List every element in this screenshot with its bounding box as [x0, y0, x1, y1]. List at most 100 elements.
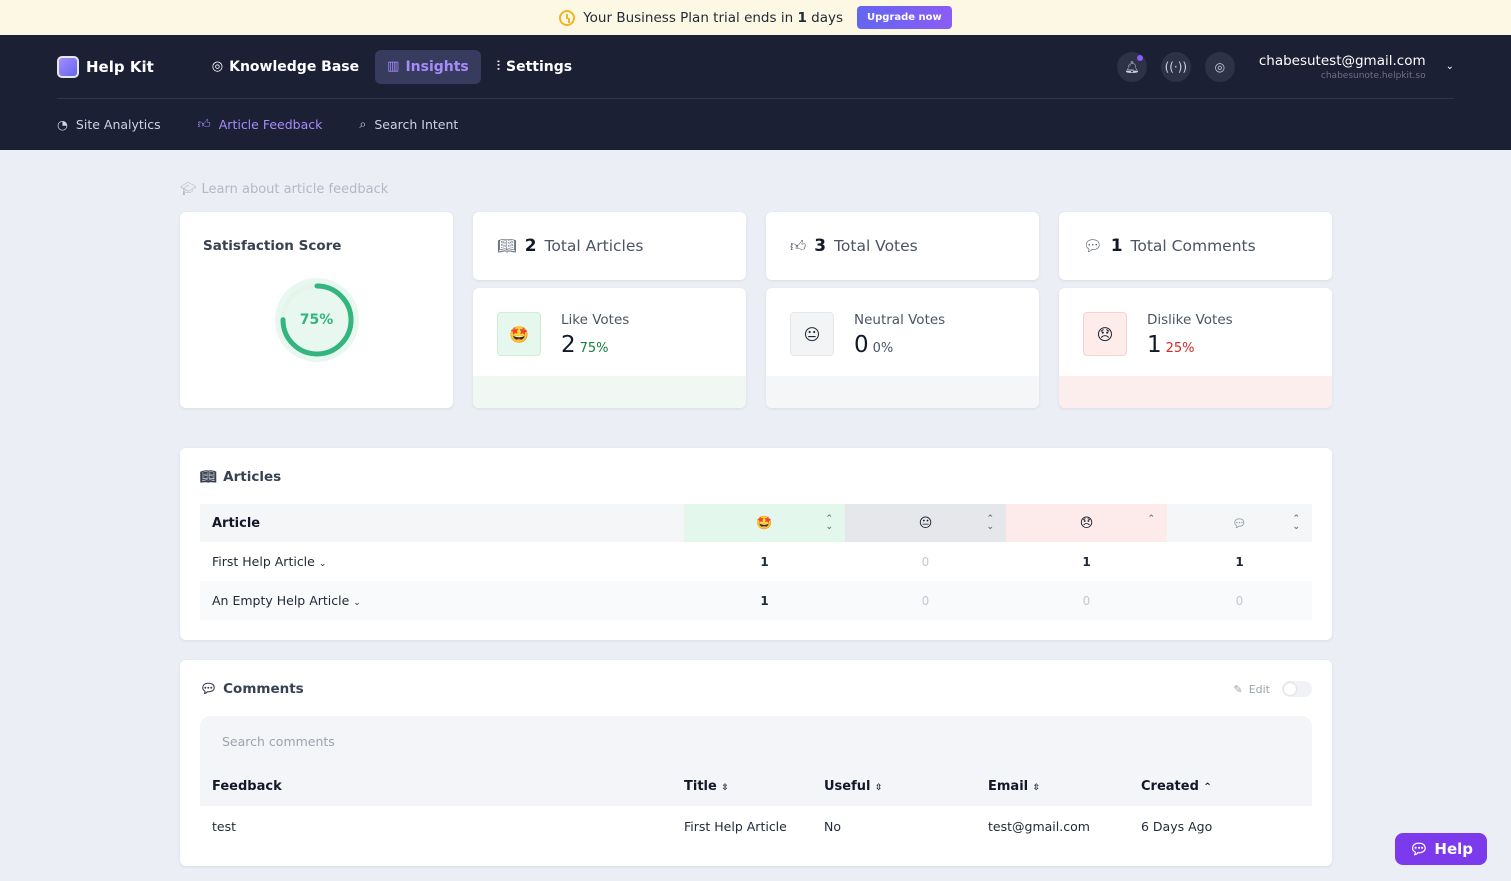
speech-bubble-icon: 💬︎: [200, 681, 218, 697]
help-button[interactable]: 💬︎ Help: [1395, 833, 1487, 865]
sort-icon: ⌃ ⌄: [1292, 514, 1300, 532]
helpkit-logo-icon: [57, 55, 79, 78]
learn-link-label: Learn about article feedback: [201, 181, 389, 197]
comments-column-header[interactable]: 💬︎ ⌃ ⌄: [1167, 504, 1312, 542]
nav-settings-label: Settings: [506, 58, 573, 75]
tab-site-analytics[interactable]: ◔ Site Analytics: [57, 117, 161, 132]
user-email: chabesutest@gmail.com: [1258, 52, 1426, 69]
bell-icon: 🔔︎: [1124, 59, 1140, 74]
support-button[interactable]: ◎: [1204, 51, 1235, 82]
book-icon: 📖︎: [200, 469, 218, 485]
upgrade-button[interactable]: Upgrade now: [857, 6, 952, 29]
nav-settings[interactable]: ⫶ Settings: [485, 50, 584, 84]
sort-asc-icon: ⌃: [1147, 514, 1155, 524]
comments-table: Feedback Title ⇳ Useful ⇳ Email ⇳ Create…: [200, 766, 1312, 846]
total-articles-count: 2: [524, 236, 537, 256]
article-column-header: Article: [212, 515, 261, 531]
main-content: 🎓︎ Learn about article feedback Satisfact…: [180, 150, 1332, 866]
speech-bubble-icon: 💬︎: [1409, 840, 1429, 858]
articles-title: Articles: [223, 469, 282, 485]
satisfaction-score: 75%: [299, 312, 334, 328]
edit-toggle-area[interactable]: ✎ Edit: [1233, 681, 1312, 697]
nav-insights-label: Insights: [405, 58, 469, 75]
brand-logo[interactable]: Help Kit: [57, 55, 154, 78]
sort-icon: ⌃ ⌄: [825, 514, 833, 532]
table-row[interactable]: First Help Article ⌄ 1 0 1 1: [200, 542, 1312, 581]
dislike-column-header[interactable]: 😞 ⌃: [1006, 504, 1167, 542]
like-column-header[interactable]: 🤩 ⌃ ⌄: [684, 504, 845, 542]
speech-bubble-icon: 💬︎: [1232, 516, 1247, 530]
tab-article-feedback-label: Article Feedback: [218, 116, 323, 132]
article-name[interactable]: First Help Article ⌄: [200, 542, 684, 581]
comments-heading: 💬︎ Comments ✎ Edit: [200, 680, 1312, 698]
nav-knowledge-base[interactable]: ◎ Knowledge Base: [200, 50, 371, 84]
tab-article-feedback[interactable]: 👍︎ Article Feedback: [198, 116, 323, 132]
useful-cell: No: [824, 818, 841, 834]
sort-asc-icon: ⌃: [1203, 781, 1212, 793]
broadcast-button[interactable]: ((·)): [1160, 51, 1191, 82]
articles-table: Article 🤩 ⌃ ⌄ 😐 ⌃ ⌄ 😞 ⌃ 💬︎ ⌃ ⌄ First Help Artic…: [200, 504, 1312, 620]
trial-text: Your Business Plan trial ends in 1 days: [583, 9, 844, 26]
thumbs-up-icon: 👍︎: [197, 116, 211, 131]
stats-cards: Satisfaction Score 75% 📖︎ 2 Total Articles…: [180, 212, 1332, 428]
tab-site-analytics-label: Site Analytics: [75, 116, 161, 132]
chevron-down-icon[interactable]: ⌄: [319, 559, 327, 569]
edit-toggle[interactable]: [1282, 681, 1312, 697]
sub-nav: ◔ Site Analytics 👍︎ Article Feedback ⌕ Sear…: [57, 99, 1454, 149]
user-menu[interactable]: chabesutest@gmail.com chabesunote.helpki…: [1259, 53, 1426, 81]
dislike-cell: 1: [1082, 554, 1091, 569]
notifications-button[interactable]: 🔔︎: [1116, 51, 1147, 82]
nav-insights[interactable]: ▥ Insights: [375, 49, 481, 84]
help-button-label: Help: [1434, 840, 1473, 858]
total-articles-card: 📖︎ 2 Total Articles: [473, 212, 746, 280]
table-row[interactable]: An Empty Help Article ⌄ 1 0 0 0: [200, 581, 1312, 620]
neutral-emoji-icon: 😐: [918, 515, 933, 531]
sort-icon: ⇳: [875, 782, 883, 793]
comments-cell: 0: [1235, 593, 1244, 608]
dislike-votes-pct: 25%: [1165, 341, 1195, 356]
neutral-column-header[interactable]: 😐 ⌃ ⌄: [845, 504, 1006, 542]
votes-column: 👍︎ 3 Total Votes 😐 Neutral Votes 0 0%: [766, 212, 1039, 408]
neutral-votes-card: 😐 Neutral Votes 0 0%: [766, 288, 1039, 408]
trial-banner: Your Business Plan trial ends in 1 days …: [0, 0, 1511, 35]
articles-heading: 📖︎ Articles: [200, 468, 1312, 486]
satisfaction-gauge: 75%: [273, 276, 361, 364]
satisfaction-card: Satisfaction Score 75%: [180, 212, 453, 408]
dislike-card-footer: [1059, 376, 1332, 408]
neutral-cell: 0: [921, 593, 930, 608]
created-column-header[interactable]: Created ⌃: [1129, 766, 1312, 806]
user-site: chabesunote.helpkit.so: [1320, 70, 1426, 81]
table-row[interactable]: test First Help Article No test@gmail.co…: [200, 806, 1312, 846]
brand-name: Help Kit: [86, 57, 154, 76]
learn-link[interactable]: 🎓︎ Learn about article feedback: [180, 180, 1332, 198]
neutral-votes-label: Neutral Votes: [854, 312, 946, 328]
search-comments-input[interactable]: Search comments: [200, 716, 1312, 766]
like-card-footer: [473, 376, 746, 408]
total-votes-count: 3: [814, 236, 827, 256]
like-votes-label: Like Votes: [561, 312, 630, 328]
search-icon: ⌕: [359, 116, 367, 131]
total-articles-label: Total Articles: [544, 237, 644, 255]
title-cell: First Help Article: [684, 818, 787, 834]
articles-panel: 📖︎ Articles Article 🤩 ⌃ ⌄ 😐 ⌃ ⌄ 😞 ⌃ 💬︎ ⌃ ⌄ First…: [180, 448, 1332, 640]
chevron-down-icon[interactable]: ⌄: [1446, 61, 1454, 72]
comments-title: Comments: [223, 681, 304, 697]
like-cell: 1: [760, 554, 769, 569]
comments-column: 💬︎ 1 Total Comments 😞 Dislike Votes 1 25%: [1059, 212, 1332, 408]
useful-column-header[interactable]: Useful ⇳: [812, 766, 976, 806]
title-column-header[interactable]: Title ⇳: [672, 766, 812, 806]
article-name[interactable]: An Empty Help Article ⌄: [200, 581, 684, 620]
like-cell: 1: [760, 593, 769, 608]
graduation-cap-icon: 🎓︎: [180, 181, 197, 197]
email-column-header[interactable]: Email ⇳: [976, 766, 1129, 806]
sort-icon: ⌃ ⌄: [986, 514, 994, 532]
tab-search-intent[interactable]: ⌕ Search Intent: [359, 116, 458, 132]
speech-bubble-icon: 💬︎: [1083, 237, 1103, 255]
sad-emoji-icon: 😞: [1079, 515, 1094, 531]
app-header: Help Kit ◎ Knowledge Base ▥ Insights ⫶ S…: [0, 35, 1511, 150]
thumbs-up-icon: 👍︎: [790, 236, 807, 255]
total-comments-label: Total Comments: [1130, 237, 1256, 255]
comments-panel: 💬︎ Comments ✎ Edit Search comments Feedbac…: [180, 660, 1332, 866]
sort-icon: ⇳: [1032, 782, 1041, 793]
chevron-down-icon[interactable]: ⌄: [353, 598, 361, 608]
